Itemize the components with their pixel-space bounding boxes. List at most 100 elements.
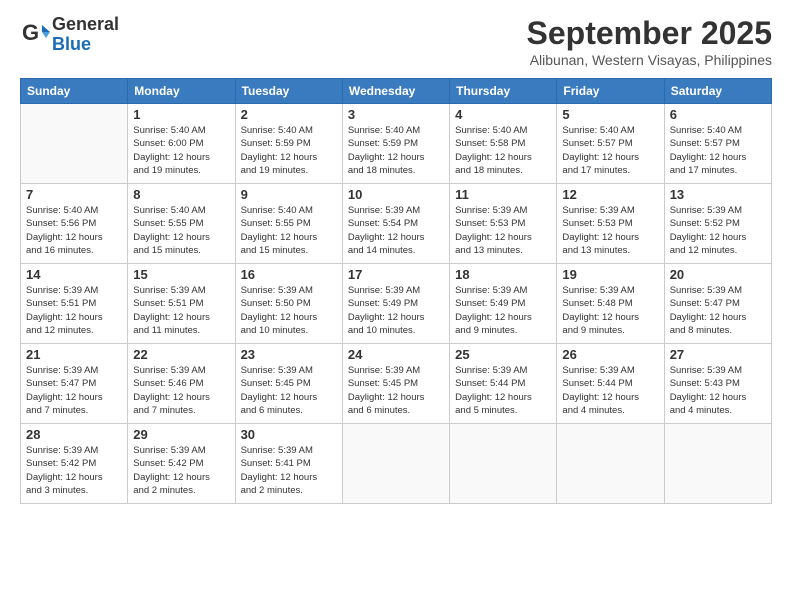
day-info: Sunrise: 5:39 AM Sunset: 5:45 PM Dayligh… [241, 364, 337, 417]
day-number: 18 [455, 267, 551, 282]
day-info: Sunrise: 5:40 AM Sunset: 5:58 PM Dayligh… [455, 124, 551, 177]
day-number: 8 [133, 187, 229, 202]
table-cell: 19 Sunrise: 5:39 AM Sunset: 5:48 PM Dayli… [557, 264, 664, 344]
day-info: Sunrise: 5:40 AM Sunset: 5:59 PM Dayligh… [241, 124, 337, 177]
day-info: Sunrise: 5:40 AM Sunset: 5:56 PM Dayligh… [26, 204, 122, 257]
table-cell: 27 Sunrise: 5:39 AM Sunset: 5:43 PM Dayli… [664, 344, 771, 424]
col-saturday: Saturday [664, 79, 771, 104]
table-cell: 4 Sunrise: 5:40 AM Sunset: 5:58 PM Daylig… [450, 104, 557, 184]
week-row-3: 14 Sunrise: 5:39 AM Sunset: 5:51 PM Dayli… [21, 264, 772, 344]
day-number: 24 [348, 347, 444, 362]
week-row-2: 7Sunrise: 5:40 AM Sunset: 5:56 PM Daylig… [21, 184, 772, 264]
table-cell: 15 Sunrise: 5:39 AM Sunset: 5:51 PM Dayli… [128, 264, 235, 344]
day-info: Sunrise: 5:40 AM Sunset: 5:55 PM Dayligh… [241, 204, 337, 257]
table-cell: 9 Sunrise: 5:40 AM Sunset: 5:55 PM Daylig… [235, 184, 342, 264]
day-info: Sunrise: 5:39 AM Sunset: 5:43 PM Dayligh… [670, 364, 766, 417]
day-number: 30 [241, 427, 337, 442]
logo: G GeneralBlue [20, 15, 119, 55]
day-number: 22 [133, 347, 229, 362]
day-number: 12 [562, 187, 658, 202]
day-info: Sunrise: 5:39 AM Sunset: 5:50 PM Dayligh… [241, 284, 337, 337]
day-info: Sunrise: 5:39 AM Sunset: 5:46 PM Dayligh… [133, 364, 229, 417]
svg-text:G: G [22, 20, 39, 45]
day-info: Sunrise: 5:40 AM Sunset: 5:55 PM Dayligh… [133, 204, 229, 257]
day-number: 20 [670, 267, 766, 282]
day-info: Sunrise: 5:40 AM Sunset: 6:00 PM Dayligh… [133, 124, 229, 177]
table-cell: 22 Sunrise: 5:39 AM Sunset: 5:46 PM Dayli… [128, 344, 235, 424]
col-wednesday: Wednesday [342, 79, 449, 104]
table-cell: 24 Sunrise: 5:39 AM Sunset: 5:45 PM Dayli… [342, 344, 449, 424]
day-info: Sunrise: 5:39 AM Sunset: 5:44 PM Dayligh… [562, 364, 658, 417]
table-cell: 29Sunrise: 5:39 AM Sunset: 5:42 PM Dayli… [128, 424, 235, 504]
day-info: Sunrise: 5:40 AM Sunset: 5:57 PM Dayligh… [670, 124, 766, 177]
week-row-1: 1 Sunrise: 5:40 AM Sunset: 6:00 PM Daylig… [21, 104, 772, 184]
day-number: 21 [26, 347, 122, 362]
day-number: 10 [348, 187, 444, 202]
table-cell: 14 Sunrise: 5:39 AM Sunset: 5:51 PM Dayli… [21, 264, 128, 344]
day-info: Sunrise: 5:39 AM Sunset: 5:49 PM Dayligh… [348, 284, 444, 337]
day-number: 19 [562, 267, 658, 282]
col-friday: Friday [557, 79, 664, 104]
table-cell: 16 Sunrise: 5:39 AM Sunset: 5:50 PM Dayli… [235, 264, 342, 344]
table-cell: 12 Sunrise: 5:39 AM Sunset: 5:53 PM Dayli… [557, 184, 664, 264]
table-cell: 21 Sunrise: 5:39 AM Sunset: 5:47 PM Dayli… [21, 344, 128, 424]
table-cell: 10 Sunrise: 5:39 AM Sunset: 5:54 PM Dayli… [342, 184, 449, 264]
day-info: Sunrise: 5:39 AM Sunset: 5:51 PM Dayligh… [26, 284, 122, 337]
day-info: Sunrise: 5:39 AM Sunset: 5:51 PM Dayligh… [133, 284, 229, 337]
table-cell: 18 Sunrise: 5:39 AM Sunset: 5:49 PM Dayli… [450, 264, 557, 344]
table-cell [342, 424, 449, 504]
title-section: September 2025 Alibunan, Western Visayas… [527, 15, 772, 68]
table-cell: 20 Sunrise: 5:39 AM Sunset: 5:47 PM Dayli… [664, 264, 771, 344]
table-cell: 7Sunrise: 5:40 AM Sunset: 5:56 PM Daylig… [21, 184, 128, 264]
day-number: 25 [455, 347, 551, 362]
day-info: Sunrise: 5:39 AM Sunset: 5:48 PM Dayligh… [562, 284, 658, 337]
day-number: 17 [348, 267, 444, 282]
table-cell: 11Sunrise: 5:39 AM Sunset: 5:53 PM Dayli… [450, 184, 557, 264]
day-number: 4 [455, 107, 551, 122]
day-number: 1 [133, 107, 229, 122]
day-info: Sunrise: 5:39 AM Sunset: 5:53 PM Dayligh… [562, 204, 658, 257]
day-info: Sunrise: 5:39 AM Sunset: 5:49 PM Dayligh… [455, 284, 551, 337]
day-number: 23 [241, 347, 337, 362]
day-number: 27 [670, 347, 766, 362]
day-number: 13 [670, 187, 766, 202]
day-number: 29 [133, 427, 229, 442]
day-number: 2 [241, 107, 337, 122]
table-cell: 8 Sunrise: 5:40 AM Sunset: 5:55 PM Daylig… [128, 184, 235, 264]
day-info: Sunrise: 5:39 AM Sunset: 5:45 PM Dayligh… [348, 364, 444, 417]
table-cell: 26Sunrise: 5:39 AM Sunset: 5:44 PM Dayli… [557, 344, 664, 424]
day-number: 14 [26, 267, 122, 282]
day-info: Sunrise: 5:39 AM Sunset: 5:42 PM Dayligh… [26, 444, 122, 497]
day-info: Sunrise: 5:39 AM Sunset: 5:54 PM Dayligh… [348, 204, 444, 257]
table-cell: 2 Sunrise: 5:40 AM Sunset: 5:59 PM Daylig… [235, 104, 342, 184]
day-info: Sunrise: 5:40 AM Sunset: 5:59 PM Dayligh… [348, 124, 444, 177]
col-monday: Monday [128, 79, 235, 104]
day-number: 28 [26, 427, 122, 442]
location-subtitle: Alibunan, Western Visayas, Philippines [527, 52, 772, 68]
day-number: 3 [348, 107, 444, 122]
table-cell: 1 Sunrise: 5:40 AM Sunset: 6:00 PM Daylig… [128, 104, 235, 184]
week-row-4: 21 Sunrise: 5:39 AM Sunset: 5:47 PM Dayli… [21, 344, 772, 424]
table-cell: 17 Sunrise: 5:39 AM Sunset: 5:49 PM Dayli… [342, 264, 449, 344]
table-cell: 25 Sunrise: 5:39 AM Sunset: 5:44 PM Dayli… [450, 344, 557, 424]
table-cell: 6 Sunrise: 5:40 AM Sunset: 5:57 PM Daylig… [664, 104, 771, 184]
day-number: 6 [670, 107, 766, 122]
table-cell [21, 104, 128, 184]
month-title: September 2025 [527, 15, 772, 52]
day-info: Sunrise: 5:39 AM Sunset: 5:52 PM Dayligh… [670, 204, 766, 257]
col-sunday: Sunday [21, 79, 128, 104]
day-info: Sunrise: 5:39 AM Sunset: 5:41 PM Dayligh… [241, 444, 337, 497]
day-info: Sunrise: 5:40 AM Sunset: 5:57 PM Dayligh… [562, 124, 658, 177]
table-cell: 13 Sunrise: 5:39 AM Sunset: 5:52 PM Dayli… [664, 184, 771, 264]
day-number: 9 [241, 187, 337, 202]
day-number: 16 [241, 267, 337, 282]
table-cell: 30 Sunrise: 5:39 AM Sunset: 5:41 PM Dayli… [235, 424, 342, 504]
day-info: Sunrise: 5:39 AM Sunset: 5:47 PM Dayligh… [670, 284, 766, 337]
day-number: 15 [133, 267, 229, 282]
week-row-5: 28 Sunrise: 5:39 AM Sunset: 5:42 PM Dayli… [21, 424, 772, 504]
table-cell: 23 Sunrise: 5:39 AM Sunset: 5:45 PM Dayli… [235, 344, 342, 424]
day-info: Sunrise: 5:39 AM Sunset: 5:44 PM Dayligh… [455, 364, 551, 417]
day-info: Sunrise: 5:39 AM Sunset: 5:47 PM Dayligh… [26, 364, 122, 417]
page-header: G GeneralBlue September 2025 Alibunan, W… [20, 15, 772, 68]
table-cell [557, 424, 664, 504]
